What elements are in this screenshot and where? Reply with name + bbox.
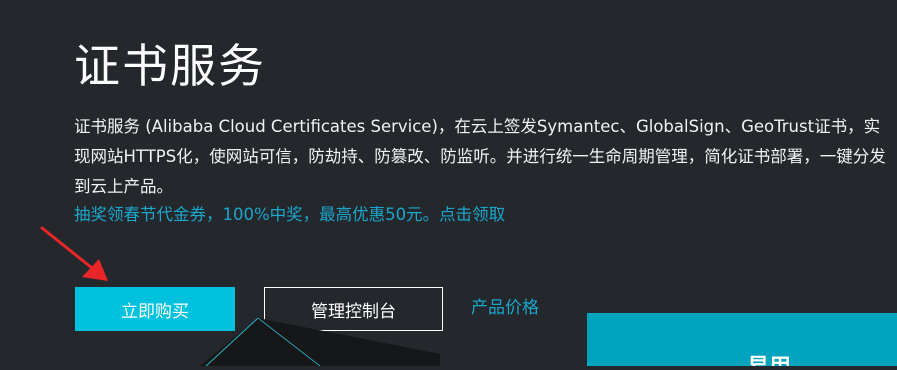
promo-link[interactable]: 抽奖领春节代金券，100%中奖，最高优惠50元。点击领取 — [74, 200, 505, 230]
side-feature-panel: 易用 — [587, 313, 897, 366]
page-title: 证书服务 — [74, 39, 266, 93]
side-feature-title: 易用 — [747, 353, 791, 366]
red-arrow-icon — [36, 224, 116, 292]
decorative-shape — [200, 317, 440, 370]
product-price-link[interactable]: 产品价格 — [471, 295, 539, 321]
service-description: 证书服务 (Alibaba Cloud Certificates Service… — [74, 117, 886, 196]
